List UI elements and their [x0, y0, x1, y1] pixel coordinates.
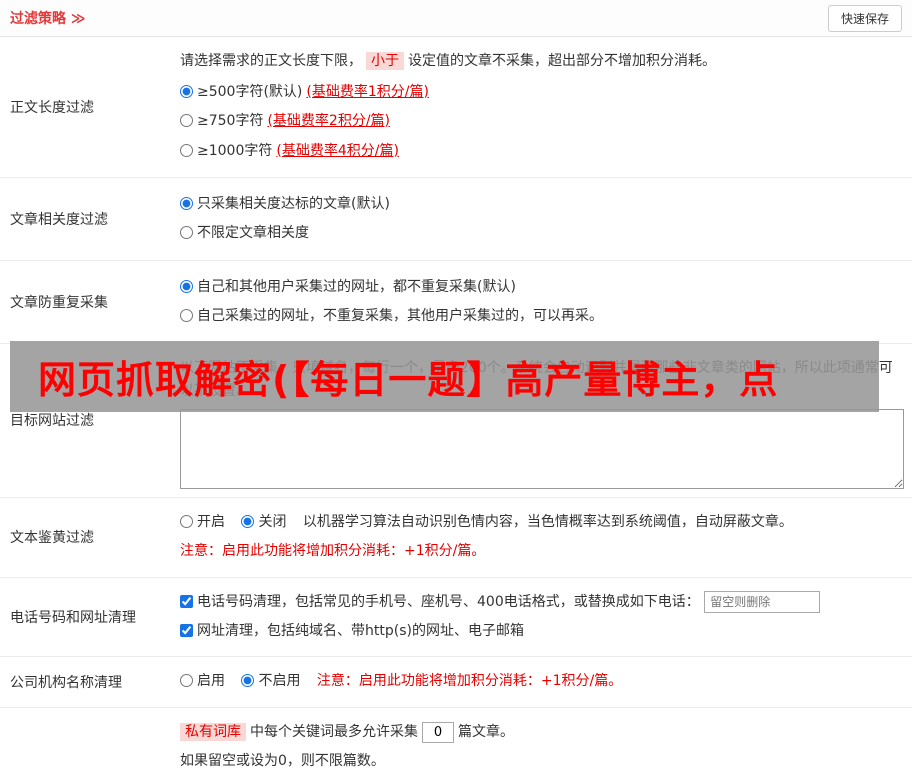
porn-filter-desc: 以机器学习算法自动识别色情内容，当色情概率达到系统阈值，自动屏蔽文章。 — [302, 514, 793, 531]
option-label: 自己采集过的网址，不重复采集，其他用户采集过的，可以再采。 — [197, 308, 603, 325]
row-phone-url-clean: 电话号码和网址清理 电话号码清理，包括常见的手机号、座机号、400电话格式，或替… — [0, 578, 912, 658]
radio-company-on[interactable] — [180, 674, 193, 688]
radio-length-1000[interactable] — [180, 143, 193, 157]
option-dedup-all[interactable]: 自己和其他用户采集过的网址，都不重复采集(默认) — [180, 276, 904, 298]
option-relevance-strict[interactable]: 只采集相关度达标的文章(默认) — [180, 193, 904, 215]
private-lexicon-tag: 私有词库 — [180, 723, 246, 742]
radio-length-500[interactable] — [180, 84, 193, 98]
keyword-line1-post: 篇文章。 — [458, 724, 514, 741]
row-company-clean: 公司机构名称清理 启用 不启用 注意：启用此功能将增加积分消耗：+1积分/篇。 — [0, 657, 912, 709]
option-label: 启用 — [197, 673, 225, 690]
row-label-company: 公司机构名称清理 — [10, 675, 122, 692]
fee-link-1000[interactable]: (基础费率4积分/篇) — [276, 143, 399, 159]
row-label-keyword: 关键词防重复采集 — [0, 708, 178, 768]
radio-dedup-all[interactable] — [180, 279, 193, 293]
phone-replace-input[interactable] — [704, 590, 821, 613]
radio-porn-off[interactable] — [241, 515, 255, 529]
row-relevance: 文章相关度过滤 只采集相关度达标的文章(默认) 不限定文章相关度 — [0, 178, 912, 261]
porn-filter-warning: 注意：启用此功能将增加积分消耗：+1积分/篇。 — [180, 542, 486, 559]
option-relevance-any[interactable]: 不限定文章相关度 — [180, 222, 904, 244]
row-label-phone-url: 电话号码和网址清理 — [10, 610, 136, 627]
row-porn-filter: 文本鉴黄过滤 开启 关闭 以机器学习算法自动识别色情内容，当色情概率达到系统阈值… — [0, 498, 912, 578]
target-sites-textarea[interactable] — [180, 409, 904, 490]
checkbox-phone-clean[interactable] — [180, 594, 193, 608]
radio-relevance-any[interactable] — [180, 226, 193, 240]
radio-porn-on[interactable] — [180, 515, 193, 529]
option-company-off[interactable]: 不启用 — [241, 673, 304, 689]
option-phone-clean[interactable]: 电话号码清理，包括常见的手机号、座机号、400电话格式，或替换成如下电话： — [180, 594, 704, 610]
option-company-on[interactable]: 启用 — [180, 673, 229, 689]
page-title[interactable]: 过滤策略 ≫ — [10, 8, 86, 28]
fee-link-750[interactable]: (基础费率2积分/篇) — [267, 113, 390, 129]
option-porn-on[interactable]: 开启 — [180, 514, 229, 530]
row-body-length: 正文长度过滤 请选择需求的正文长度下限， 小于 设定值的文章不采集，超出部分不增加积… — [0, 37, 912, 178]
fee-link-500[interactable]: (基础费率1积分/篇) — [306, 84, 429, 100]
watermark-overlay: 网页抓取解密(【每日一题】高产量博主，点 — [10, 341, 879, 412]
topbar: 过滤策略 ≫ 快速保存 — [0, 0, 912, 37]
keyword-count-input[interactable] — [422, 721, 454, 743]
option-label: 不启用 — [258, 673, 301, 690]
company-warning: 注意：启用此功能将增加积分消耗：+1积分/篇。 — [316, 673, 623, 690]
radio-dedup-own[interactable] — [180, 309, 193, 323]
watermark-text: 网页抓取解密(【每日一题】高产量博主，点 — [38, 358, 779, 402]
intro-pre: 请选择需求的正文长度下限， — [180, 53, 362, 69]
row-dedup: 文章防重复采集 自己和其他用户采集过的网址，都不重复采集(默认) 自己采集过的网… — [0, 261, 912, 344]
radio-relevance-strict[interactable] — [180, 196, 193, 210]
keyword-line1-mid: 中每个关键词最多允许采集 — [250, 724, 418, 741]
option-label: 网址清理，包括纯域名、带http(s)的网址、电子邮箱 — [197, 622, 524, 639]
radio-length-750[interactable] — [180, 114, 193, 128]
keyword-note-zero: 如果留空或设为0，则不限篇数。 — [180, 752, 385, 768]
quick-save-button[interactable]: 快速保存 — [827, 4, 902, 32]
radio-company-off[interactable] — [241, 674, 255, 688]
option-porn-off[interactable]: 关闭 — [241, 514, 290, 530]
checkbox-url-clean[interactable] — [180, 623, 193, 637]
option-label: 只采集相关度达标的文章(默认) — [197, 195, 390, 212]
option-label: ≥500字符(默认) — [197, 83, 303, 100]
option-label: 开启 — [197, 514, 225, 531]
row-label-dedup: 文章防重复采集 — [10, 294, 108, 311]
row-label-porn-filter: 文本鉴黄过滤 — [10, 530, 94, 547]
option-length-750[interactable]: ≥750字符 (基础费率2积分/篇) — [180, 110, 904, 132]
row-label-relevance: 文章相关度过滤 — [10, 211, 108, 228]
intro-highlight: 小于 — [366, 52, 404, 70]
option-url-clean[interactable]: 网址清理，包括纯域名、带http(s)的网址、电子邮箱 — [180, 623, 524, 639]
body-length-intro: 请选择需求的正文长度下限， 小于 设定值的文章不采集，超出部分不增加积分消耗。 — [180, 50, 904, 74]
option-label: 电话号码清理，包括常见的手机号、座机号、400电话格式，或替换成如下电话： — [197, 593, 700, 610]
option-label: 自己和其他用户采集过的网址，都不重复采集(默认) — [197, 278, 516, 295]
row-label-body-length: 正文长度过滤 — [10, 99, 94, 116]
option-label: ≥1000字符 — [197, 142, 273, 159]
row-keyword-dedup: 关键词防重复采集 私有词库中每个关键词最多允许采集 篇文章。 如果留空或设为0，则… — [0, 708, 912, 768]
option-dedup-own[interactable]: 自己采集过的网址，不重复采集，其他用户采集过的，可以再采。 — [180, 305, 904, 327]
option-label: ≥750字符 — [197, 113, 264, 130]
intro-post: 设定值的文章不采集，超出部分不增加积分消耗。 — [408, 53, 716, 69]
option-label: 不限定文章相关度 — [197, 225, 309, 242]
option-label: 关闭 — [258, 514, 287, 531]
option-length-1000[interactable]: ≥1000字符 (基础费率4积分/篇) — [180, 140, 904, 162]
option-length-500[interactable]: ≥500字符(默认) (基础费率1积分/篇) — [180, 81, 904, 103]
